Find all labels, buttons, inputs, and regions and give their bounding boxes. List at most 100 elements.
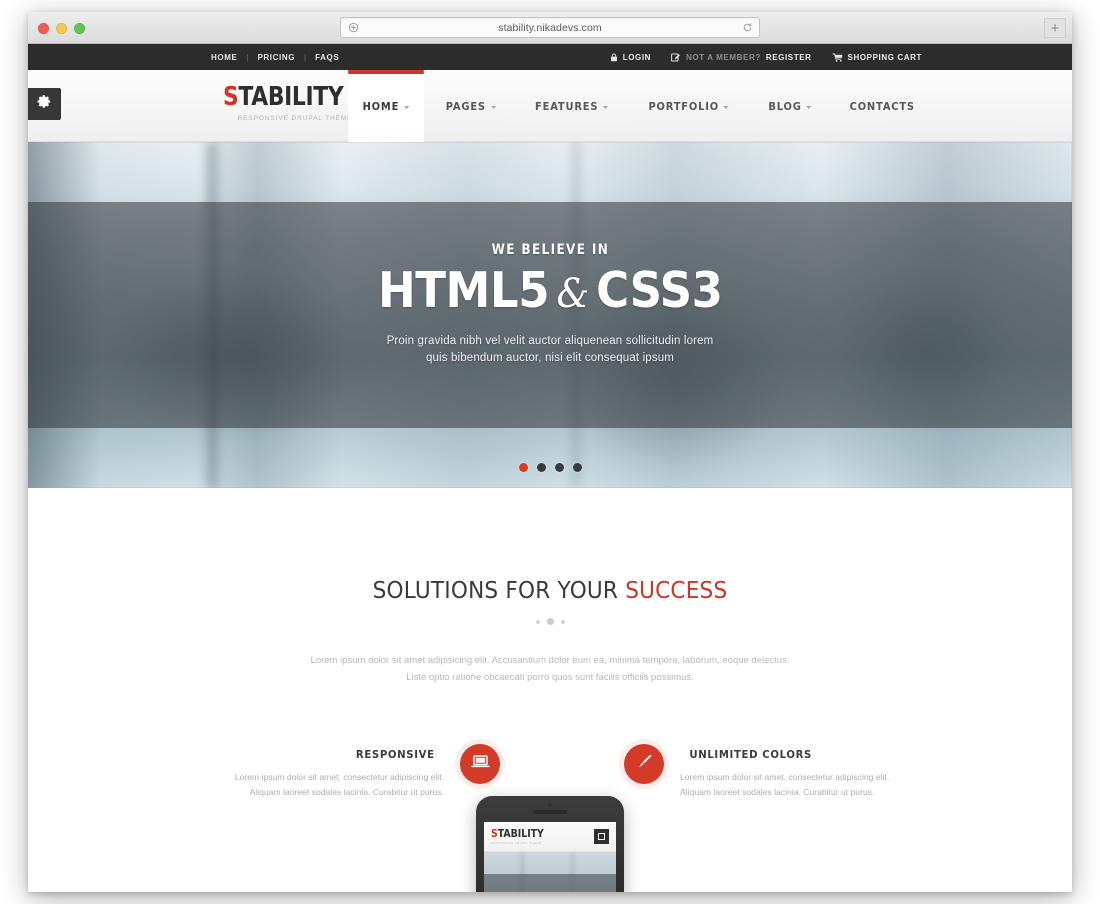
cart-icon [832, 53, 843, 62]
feature-responsive-body: Lorem ipsum dolor sit amet, consectetur … [234, 772, 444, 798]
phone-logo-rest: TABILITY [497, 827, 544, 840]
title-dot-right [560, 619, 565, 624]
feature-colors-title: UNLIMITED COLORS [689, 748, 812, 762]
hero-kicker: WE BELIEVE IN [491, 242, 609, 258]
nav-item-home[interactable]: HOME [347, 70, 424, 142]
hero-subtitle-line2: quis bibendum auctor, nisi elit consequa… [425, 352, 675, 365]
chevron-down-icon [403, 105, 409, 109]
main-navigation: HOME PAGES FEATURES PORTFOLIO BLOG CONTA… [344, 70, 934, 142]
section-paragraph-line1: Lorem ipsum dolor sit amet adipisicing e… [310, 655, 790, 666]
slider-dot-4[interactable] [572, 463, 582, 472]
feature-unlimited-colors: UNLIMITED COLORS Lorem ipsum dolor sit a… [624, 744, 914, 800]
slider-dot-1[interactable] [518, 463, 528, 472]
phone-logo-initial: S [491, 827, 498, 840]
phone-logo-text: STABILITY [491, 828, 544, 839]
hero-title-left: HTML5 [377, 262, 550, 319]
nav-label-home: HOME [362, 99, 399, 113]
phone-hero-overlay [484, 874, 616, 892]
reload-icon[interactable] [735, 22, 759, 33]
lock-icon [610, 53, 618, 62]
window-traffic-lights [38, 23, 85, 34]
phone-mockup: STABILITY RESPONSIVE DRUPAL THEME WE BEL… [476, 796, 624, 892]
section-paragraph-line2: Liste optio ratione obcaecati porro quos… [406, 671, 694, 683]
phone-speaker [533, 810, 567, 814]
page-content: HOME | PRICING | FAQS LOGIN NOT A MEMBER… [28, 44, 1072, 892]
hero-subtitle-line1: Proin gravida nibh vel velit auctor aliq… [386, 335, 714, 347]
logo-initial: S [223, 82, 239, 112]
shopping-cart-link[interactable]: SHOPPING CART [832, 53, 922, 62]
topbar-link-home[interactable]: HOME [202, 53, 246, 62]
login-label: LOGIN [622, 52, 652, 62]
title-dot-left [535, 619, 540, 624]
register-prefix: NOT A MEMBER? [686, 52, 761, 62]
chevron-down-icon [490, 105, 497, 109]
paintbrush-icon [635, 752, 654, 776]
slider-dot-3[interactable] [554, 463, 564, 472]
hero-title-right: CSS3 [595, 262, 723, 319]
nav-label-blog: BLOG [767, 99, 802, 113]
topbar-link-faqs[interactable]: FAQS [306, 53, 348, 62]
feature-responsive-text: RESPONSIVE Lorem ipsum dolor sit amet, c… [210, 744, 444, 800]
hamburger-icon[interactable] [594, 829, 609, 844]
section-title-accent: SUCCESS [625, 578, 728, 604]
nav-label-portfolio: PORTFOLIO [648, 99, 720, 113]
nav-label-features: FEATURES [535, 99, 599, 113]
section-title: SOLUTIONS FOR YOUR SUCCESS [59, 578, 1040, 604]
phone-site-header: STABILITY RESPONSIVE DRUPAL THEME [484, 822, 616, 852]
register-link[interactable]: NOT A MEMBER? REGISTER [671, 53, 811, 62]
register-label: REGISTER [765, 52, 812, 62]
login-link[interactable]: LOGIN [610, 53, 651, 62]
chevron-down-icon [805, 105, 812, 109]
phone-screen: STABILITY RESPONSIVE DRUPAL THEME WE BEL… [484, 822, 616, 892]
feature-colors-icon-badge[interactable] [624, 744, 664, 785]
gear-icon [37, 94, 52, 114]
section-title-main: SOLUTIONS FOR YOUR [372, 578, 626, 604]
utility-topbar: HOME | PRICING | FAQS LOGIN NOT A MEMBER… [28, 44, 1072, 70]
feature-responsive-title: RESPONSIVE [355, 748, 435, 762]
register-icon [671, 53, 681, 62]
hero-title: HTML5 & CSS3 [378, 266, 723, 315]
hero-content: WE BELIEVE IN HTML5 & CSS3 Proin gravida n… [28, 202, 1072, 428]
site-info-icon[interactable] [341, 22, 365, 33]
feature-responsive-icon-badge[interactable] [460, 744, 500, 785]
nav-label-contacts: CONTACTS [849, 99, 915, 113]
minimize-window-button[interactable] [56, 23, 67, 34]
settings-panel-toggle[interactable] [28, 88, 61, 120]
chevron-down-icon [723, 105, 730, 109]
nav-item-portfolio[interactable]: PORTFOLIO [634, 70, 743, 142]
address-bar[interactable]: stability.nikadevs.com [340, 17, 760, 38]
new-tab-button[interactable]: + [1044, 18, 1066, 38]
slider-dot-2[interactable] [536, 463, 546, 472]
cart-label: SHOPPING CART [847, 52, 922, 62]
chevron-down-icon [602, 105, 609, 109]
nav-item-contacts[interactable]: CONTACTS [835, 70, 929, 142]
phone-hero: WE BELIEVE IN HTML5&CSS3 [484, 852, 616, 892]
slider-pagination [28, 463, 1072, 472]
section-title-dots [28, 618, 1072, 625]
logo-text: STABILITY [223, 82, 344, 112]
close-window-button[interactable] [38, 23, 49, 34]
feature-colors-text: UNLIMITED COLORS Lorem ipsum dolor sit a… [680, 744, 914, 800]
phone-logo: STABILITY RESPONSIVE DRUPAL THEME [491, 828, 553, 845]
browser-titlebar: stability.nikadevs.com + [28, 12, 1072, 44]
topbar-link-pricing[interactable]: PRICING [248, 53, 304, 62]
solutions-section: SOLUTIONS FOR YOUR SUCCESS Lorem ipsum d… [28, 488, 1072, 687]
nav-item-features[interactable]: FEATURES [521, 70, 623, 142]
zoom-window-button[interactable] [74, 23, 85, 34]
site-header: STABILITY RESPONSIVE DRUPAL THEME HOME P… [28, 70, 1072, 142]
section-paragraph: Lorem ipsum dolor sit amet adipisicing e… [270, 653, 830, 686]
phone-logo-tagline: RESPONSIVE DRUPAL THEME [491, 841, 542, 845]
hero-title-ampersand: & [556, 271, 589, 317]
browser-window: stability.nikadevs.com + HOME | PRICING … [28, 12, 1072, 892]
utility-links: HOME | PRICING | FAQS [202, 53, 348, 62]
nav-label-pages: PAGES [446, 99, 487, 113]
logo-rest: TABILITY [238, 82, 344, 112]
title-dot-center [546, 618, 554, 625]
feature-responsive: RESPONSIVE Lorem ipsum dolor sit amet, c… [210, 744, 500, 800]
nav-item-pages[interactable]: PAGES [432, 70, 511, 142]
hero-subtitle: Proin gravida nibh vel velit auctor aliq… [387, 333, 714, 368]
nav-item-blog[interactable]: BLOG [754, 70, 826, 142]
url-text: stability.nikadevs.com [498, 21, 602, 34]
utility-account-links: LOGIN NOT A MEMBER? REGISTER SHOPPING CA… [610, 53, 922, 62]
hero-slider: WE BELIEVE IN HTML5 & CSS3 Proin gravida n… [28, 142, 1072, 488]
